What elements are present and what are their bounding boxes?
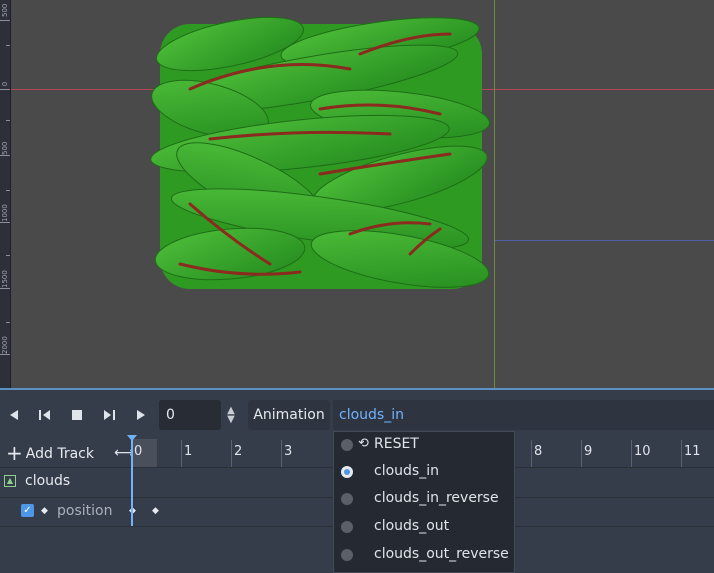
track-enable-checkbox[interactable]: ✓: [21, 504, 34, 517]
dropdown-option-clouds-out-reverse[interactable]: clouds_out_reverse: [334, 542, 514, 569]
clouds-sprite[interactable]: [150, 14, 492, 299]
stop-icon[interactable]: [66, 404, 88, 426]
timeline-tick: 8: [534, 444, 543, 459]
timeline-tick: 2: [234, 444, 243, 459]
dropdown-option-reset[interactable]: ⟲ RESET: [334, 432, 514, 459]
viewport-bound-guide: [495, 240, 714, 241]
track-group-label: clouds: [25, 473, 71, 489]
timeline-tick: 3: [284, 444, 293, 459]
option-label: clouds_out: [374, 518, 450, 534]
y-axis-guide: [494, 0, 495, 388]
radio-icon: [341, 521, 353, 533]
option-label: clouds_in: [374, 463, 439, 479]
radio-icon: [341, 439, 353, 451]
dropdown-option-clouds-in[interactable]: clouds_in: [334, 459, 514, 486]
play-backwards-icon[interactable]: [3, 404, 25, 426]
play-backwards-from-end-icon[interactable]: [34, 404, 56, 426]
undo-arrow-icon: ⟲: [358, 436, 369, 451]
play-from-start-icon[interactable]: [98, 404, 120, 426]
animation-dropdown: ⟲ RESET clouds_in clouds_in_reverse clou…: [333, 431, 515, 573]
timeline-tick: 9: [584, 444, 593, 459]
add-track-button[interactable]: + Add Track: [6, 440, 94, 466]
frame-spinner-icon[interactable]: ▲ ▼: [223, 404, 239, 426]
option-label: clouds_out_reverse: [374, 546, 509, 562]
play-icon[interactable]: [130, 404, 152, 426]
timeline-tick: 1: [184, 444, 193, 459]
timeline-tick: 0: [134, 444, 143, 459]
track-property-label[interactable]: position: [57, 503, 112, 519]
track-type-icon: ◆: [41, 506, 48, 516]
radio-icon: [341, 549, 353, 561]
sprite-node-icon: ▲: [4, 475, 16, 487]
ruler-label: 0: [1, 81, 9, 87]
ruler-label: 1000: [1, 204, 9, 222]
ruler-label: 2000: [1, 336, 9, 354]
option-label: clouds_in_reverse: [374, 490, 499, 506]
radio-selected-icon: [341, 466, 353, 478]
animation-selector[interactable]: clouds_in: [333, 400, 714, 430]
playhead[interactable]: [131, 437, 133, 526]
timeline-tick: 11: [684, 444, 701, 459]
keyframe-icon[interactable]: ◆: [152, 504, 159, 518]
canvas-viewport[interactable]: 500 0 500 1000 1500 2000: [0, 0, 714, 388]
animation-menu-button[interactable]: Animation: [248, 400, 330, 430]
option-label: RESET: [374, 436, 419, 452]
timeline-tick: 10: [634, 444, 651, 459]
dropdown-option-clouds-out[interactable]: clouds_out: [334, 514, 514, 541]
add-track-label: Add Track: [25, 446, 94, 462]
vertical-ruler: 500 0 500 1000 1500 2000: [0, 0, 11, 388]
dropdown-option-clouds-in-reverse[interactable]: clouds_in_reverse: [334, 486, 514, 513]
ruler-label: 500: [1, 141, 9, 155]
ruler-label: 500: [1, 3, 9, 17]
ruler-label: 1500: [1, 270, 9, 288]
frame-position-input[interactable]: 0: [159, 400, 221, 430]
plus-icon: +: [6, 441, 23, 465]
radio-icon: [341, 493, 353, 505]
